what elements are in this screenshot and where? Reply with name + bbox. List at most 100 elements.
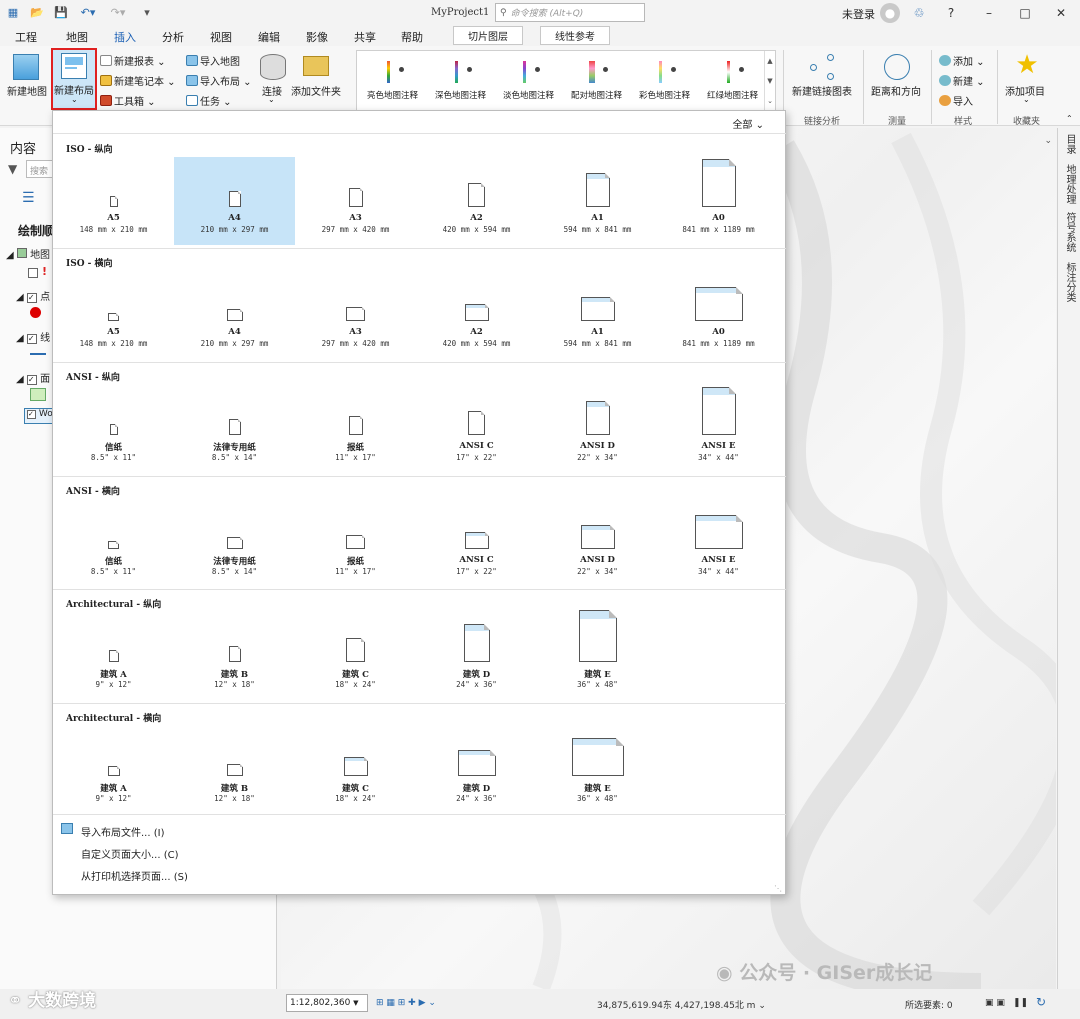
tab-project[interactable]: 工程 [15,29,37,45]
redo-icon[interactable]: ↷▾ [108,6,128,19]
tab-help[interactable]: 帮助 [401,29,423,45]
page-size-tile[interactable]: 法律专用纸 8.5" x 14" [174,499,295,587]
page-size-tile[interactable]: 建筑 C 18" x 24" [295,726,416,814]
tab-edit[interactable]: 编辑 [258,29,280,45]
page-size-tile[interactable]: 建筑 B 12" x 18" [174,726,295,814]
tab-imagery[interactable]: 影像 [306,29,328,45]
gallery-item-dark[interactable]: 深色地图注释 [429,61,492,111]
filter-dropdown[interactable]: 全部 ⌄ [732,116,764,131]
help-icon[interactable]: ? [942,4,960,22]
page-size-tile[interactable]: A3 297 mm x 420 mm [295,271,416,359]
gallery-item-redgreen[interactable]: 红绿地图注释 [701,61,764,111]
page-size-tile[interactable]: A1 594 mm x 841 mm [537,271,658,359]
page-size-tile[interactable]: 建筑 D 24" x 36" [416,612,537,700]
customize-icon[interactable]: ▾ [140,6,154,19]
import-map-button[interactable]: 导入地图 [186,53,240,68]
tab-tile-layer[interactable]: 切片图层 [453,26,523,45]
layer-row-map[interactable]: ◢ 地图 [6,246,50,261]
undo-icon[interactable]: ↶▾ [78,6,98,19]
gallery-item-muted[interactable]: 淡色地图注释 [497,61,560,111]
resize-grip-icon[interactable]: ⋱ [774,884,782,893]
toolbox-button[interactable]: 工具箱 ⌄ [100,93,156,108]
tab-geoprocessing[interactable]: 地理处理 [1062,164,1077,204]
layer-row-polygon[interactable]: ◢ ✓ 面 [16,370,50,385]
page-size-tile[interactable]: 法律专用纸 8.5" x 14" [174,385,295,473]
add-item-button[interactable]: ★ 添加项目 ⌄ [1003,50,1051,110]
new-report-button[interactable]: 新建报表 ⌄ [100,53,166,68]
page-size-tile[interactable]: 建筑 C 18" x 24" [295,612,416,700]
page-size-tile[interactable]: ANSI E 34" x 44" [658,499,779,587]
task-button[interactable]: 任务 ⌄ [186,93,232,108]
tab-view[interactable]: 视图 [210,29,232,45]
minimize-icon[interactable]: – [980,4,998,22]
page-size-tile[interactable]: A1 594 mm x 841 mm [537,157,658,245]
tab-analysis[interactable]: 分析 [162,29,184,45]
new-link-chart-button[interactable]: 新建链接图表 [790,50,856,110]
map-tab-menu-icon[interactable]: ⌄ [1044,136,1052,146]
gallery-scroll[interactable]: ▲ ▼ ⌄ [764,51,775,111]
annotation-style-gallery[interactable]: 亮色地图注释 深色地图注释 淡色地图注释 配对地图注释 彩色地图注释 红绿地图注… [356,50,776,112]
gallery-item-paired[interactable]: 配对地图注释 [565,61,628,111]
new-layout-button[interactable]: 新建布局 ⌄ [51,48,97,110]
layer-row-point[interactable]: ◢ ✓ 点 [16,288,50,303]
page-size-tile[interactable]: 建筑 A 9" x 12" [53,726,174,814]
page-size-tile[interactable]: A2 420 mm x 594 mm [416,271,537,359]
map-tools-icons[interactable]: ⊞ ▦ ⊞ ✚ ▶ ⌄ [376,998,436,1008]
pause-icon[interactable]: ❚❚ [1013,998,1028,1008]
user-status[interactable]: 未登录 [842,6,875,22]
page-size-tile[interactable]: ANSI C 17" x 22" [416,385,537,473]
tab-catalog[interactable]: 目录 [1062,134,1077,154]
new-map-button[interactable]: 新建地图 [4,50,48,110]
page-size-tile[interactable]: A4 210 mm x 297 mm [174,271,295,359]
page-size-tile[interactable]: 信纸 8.5" x 11" [53,499,174,587]
gallery-item-colorful[interactable]: 彩色地图注释 [633,61,696,111]
distance-direction-button[interactable]: 距离和方向 [868,50,926,110]
collapse-ribbon-icon[interactable]: ⌃ [1066,114,1073,123]
page-size-tile[interactable]: A0 841 mm x 1189 mm [658,157,779,245]
page-size-tile[interactable]: 建筑 B 12" x 18" [174,612,295,700]
gallery-item-light[interactable]: 亮色地图注释 [361,61,424,111]
layer-row-basemap[interactable]: ✓ Wo [24,408,54,424]
page-size-tile[interactable]: ANSI D 22" x 34" [537,385,658,473]
notification-icon[interactable]: ♲ [910,4,928,22]
app-icon[interactable]: ▦ [6,6,20,19]
page-size-tile[interactable]: A5 148 mm x 210 mm [53,157,174,245]
selection-tools-icons[interactable]: ▣ ▣ [985,998,1005,1008]
page-size-tile[interactable]: 建筑 D 24" x 36" [416,726,537,814]
style-import-button[interactable]: 导入 [939,93,973,108]
add-folder-button[interactable]: 添加文件夹 [290,50,342,110]
select-from-printer-item[interactable]: 从打印机选择页面... (S) [81,868,188,883]
list-by-drawing-order-icon[interactable]: ☰ [22,190,35,206]
connect-button[interactable]: 连接 ⌄ [258,50,286,110]
style-add-button[interactable]: 添加 ⌄ [939,53,985,68]
open-icon[interactable]: 📂 [30,6,44,19]
filter-icon[interactable]: ▼ [8,162,17,176]
refresh-icon[interactable]: ↻ [1036,995,1046,1009]
layer-row-line[interactable]: ◢ ✓ 线 [16,329,50,344]
close-icon[interactable]: ✕ [1052,4,1070,22]
import-layout-button[interactable]: 导入布局 ⌄ [186,73,252,88]
maximize-icon[interactable]: □ [1016,4,1034,22]
new-notebook-button[interactable]: 新建笔记本 ⌄ [100,73,176,88]
custom-page-size-item[interactable]: 自定义页面大小... (C) [81,846,179,861]
tab-share[interactable]: 共享 [354,29,376,45]
page-size-tile[interactable]: A2 420 mm x 594 mm [416,157,537,245]
command-search[interactable]: ⚲ 命令搜索 (Alt+Q) [495,3,645,22]
page-size-tile[interactable]: ANSI E 34" x 44" [658,385,779,473]
save-icon[interactable]: 💾 [54,6,68,19]
tab-label-class[interactable]: 标注分类 [1062,262,1077,302]
avatar-icon[interactable]: ● [880,3,900,23]
page-size-tile[interactable]: 信纸 8.5" x 11" [53,385,174,473]
page-size-tile[interactable]: 建筑 E 36" x 48" [537,726,658,814]
tab-linear-referencing[interactable]: 线性参考 [540,26,610,45]
page-size-tile[interactable]: A3 297 mm x 420 mm [295,157,416,245]
page-size-tile[interactable]: A5 148 mm x 210 mm [53,271,174,359]
page-size-tile[interactable]: 报纸 11" x 17" [295,385,416,473]
scale-selector[interactable]: 1:12,802,360 ▼ [286,994,368,1012]
page-size-tile[interactable]: ANSI C 17" x 22" [416,499,537,587]
style-new-button[interactable]: 新建 ⌄ [939,73,985,88]
page-size-tile[interactable]: 报纸 11" x 17" [295,499,416,587]
page-size-tile[interactable]: A4 210 mm x 297 mm [174,157,295,245]
page-size-tile[interactable]: ANSI D 22" x 34" [537,499,658,587]
import-layout-file-item[interactable]: 导入布局文件... (I) [81,824,164,839]
